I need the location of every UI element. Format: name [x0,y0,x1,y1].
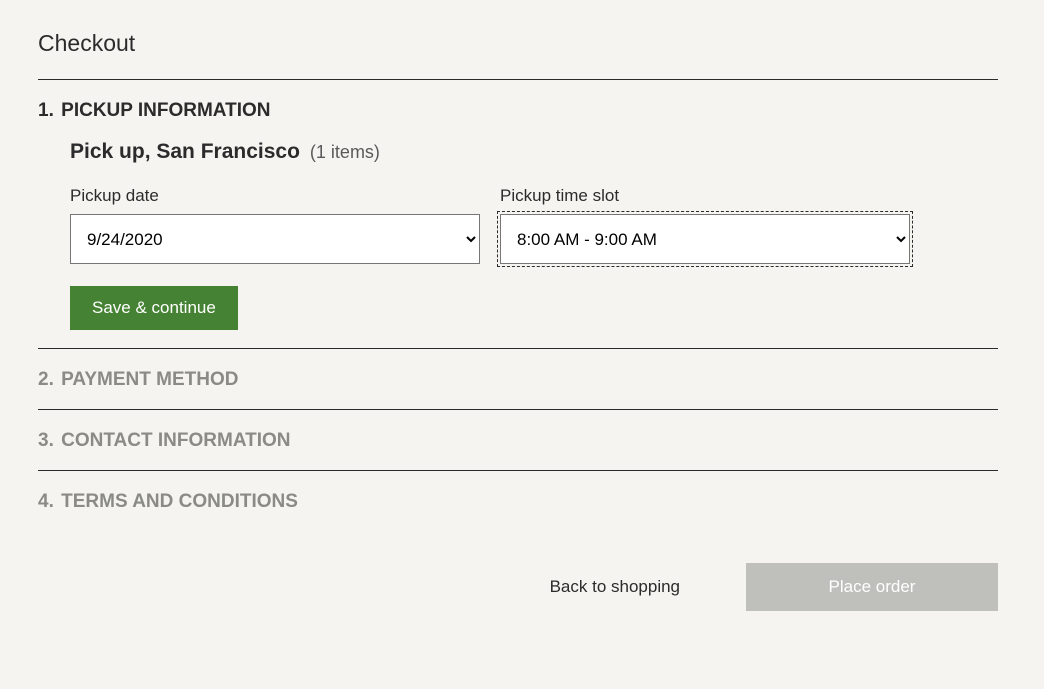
checkout-container: Checkout 1. PICKUP INFORMATION Pick up, … [38,30,998,611]
place-order-button[interactable]: Place order [746,563,998,611]
section-heading-pickup: 1. PICKUP INFORMATION [38,100,998,122]
pickup-body: Pick up, San Francisco (1 items) Pickup … [38,122,998,330]
save-continue-button[interactable]: Save & continue [70,286,238,330]
pickup-items-count: (1 items) [310,142,380,163]
step-number: 1. [38,100,54,121]
step-label: PICKUP INFORMATION [61,100,270,121]
section-contact-info: 3. CONTACT INFORMATION [38,410,998,471]
step-number: 3. [38,430,54,451]
step-number: 4. [38,491,54,512]
pickup-date-field: Pickup date 9/24/2020 [70,186,480,264]
section-heading-payment: 2. PAYMENT METHOD [38,369,998,391]
pickup-location-line: Pick up, San Francisco (1 items) [70,140,998,164]
pickup-slot-field: Pickup time slot 8:00 AM - 9:00 AM [500,186,910,264]
back-to-shopping-link[interactable]: Back to shopping [550,577,680,597]
step-number: 2. [38,369,54,390]
page-title: Checkout [38,30,998,80]
pickup-slot-select[interactable]: 8:00 AM - 9:00 AM [500,214,910,264]
step-label: TERMS AND CONDITIONS [61,491,298,512]
pickup-date-label: Pickup date [70,186,480,206]
pickup-location-label: Pick up, San Francisco [70,140,300,164]
pickup-form-row: Pickup date 9/24/2020 Pickup time slot 8… [70,186,998,264]
bottom-actions: Back to shopping Place order [38,531,998,611]
section-pickup-info: 1. PICKUP INFORMATION Pick up, San Franc… [38,80,998,349]
pickup-date-select[interactable]: 9/24/2020 [70,214,480,264]
section-heading-terms: 4. TERMS AND CONDITIONS [38,491,998,513]
step-label: PAYMENT METHOD [61,369,238,390]
section-payment-method: 2. PAYMENT METHOD [38,349,998,410]
section-heading-contact: 3. CONTACT INFORMATION [38,430,998,452]
section-terms: 4. TERMS AND CONDITIONS [38,471,998,531]
pickup-slot-label: Pickup time slot [500,186,910,206]
step-label: CONTACT INFORMATION [61,430,290,451]
